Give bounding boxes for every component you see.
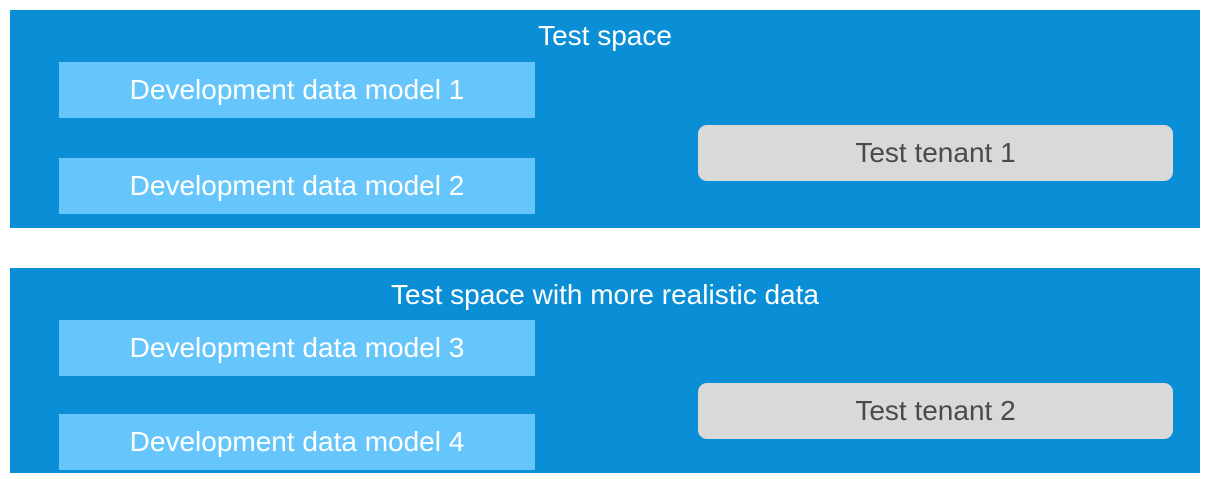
realistic-test-space-container: Test space with more realistic data Deve… xyxy=(10,268,1200,473)
development-data-model-box: Development data model 3 xyxy=(59,320,535,376)
space-title: Test space with more realistic data xyxy=(391,279,819,310)
test-tenant-box: Test tenant 1 xyxy=(698,125,1173,181)
test-tenant-box: Test tenant 2 xyxy=(698,383,1173,439)
development-data-model-box: Development data model 2 xyxy=(59,158,535,214)
development-data-model-box: Development data model 1 xyxy=(59,62,535,118)
development-data-model-box: Development data model 4 xyxy=(59,414,535,470)
space-title: Test space xyxy=(538,20,672,51)
test-space-container: Test space Development data model 1 Deve… xyxy=(10,10,1200,228)
